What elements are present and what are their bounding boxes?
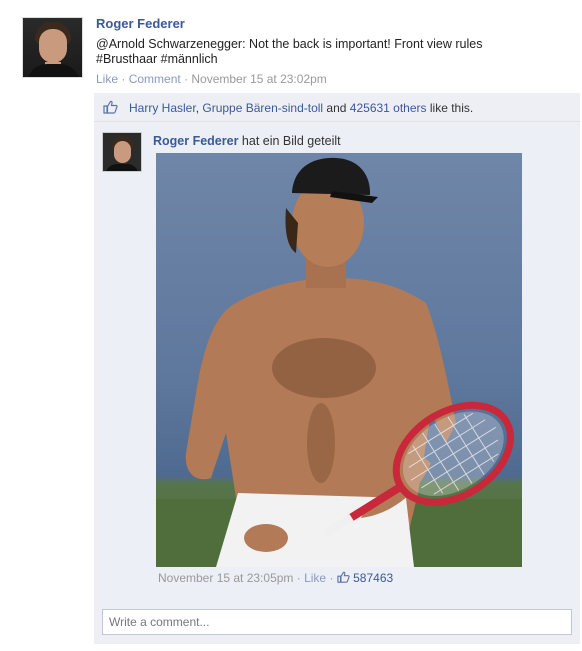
comment-input[interactable]: Write a comment... [102, 609, 572, 635]
photo-like-link[interactable]: Like [304, 571, 326, 585]
likes-summary: Harry Hasler, Gruppe Bären-sind-toll and… [94, 93, 580, 122]
liker-link-1[interactable]: Harry Hasler [129, 101, 196, 115]
photo-illustration [156, 157, 522, 567]
like-link[interactable]: Like [96, 72, 118, 86]
shared-header: Roger Federer hat ein Bild geteilt [153, 134, 341, 148]
likes-tail: like this. [426, 101, 474, 115]
shared-author-link[interactable]: Roger Federer [153, 134, 238, 148]
shared-action-text: hat ein Bild geteilt [238, 134, 341, 148]
feedback-panel: Harry Hasler, Gruppe Bären-sind-toll and… [94, 93, 580, 644]
post-meta: Like · Comment · November 15 at 23:02pm [96, 72, 327, 86]
shared-photo[interactable] [156, 153, 522, 567]
post-timestamp[interactable]: November 15 at 23:02pm [191, 72, 326, 86]
liker-link-2[interactable]: Gruppe Bären-sind-toll [202, 101, 323, 115]
status-line-1: @Arnold Schwarzenegger: Not the back is … [96, 37, 483, 51]
thumbs-up-icon [337, 571, 350, 583]
meta-separator: · [293, 571, 305, 585]
others-link[interactable]: 425631 others [350, 101, 427, 115]
photo-meta: November 15 at 23:05pm · Like · 587463 [158, 571, 393, 585]
meta-separator: · [180, 72, 192, 86]
meta-separator: · [326, 571, 337, 585]
status-text: @Arnold Schwarzenegger: Not the back is … [96, 37, 536, 67]
comment-link[interactable]: Comment [129, 72, 181, 86]
photo-like-count[interactable]: 587463 [353, 571, 393, 585]
shared-author-avatar[interactable] [102, 132, 142, 172]
status-line-2: #Brusthaar #männlich [96, 52, 218, 66]
author-avatar[interactable] [22, 17, 83, 78]
photo-timestamp[interactable]: November 15 at 23:05pm [158, 571, 293, 585]
likes-and: and [323, 101, 350, 115]
thumbs-up-icon [103, 100, 118, 114]
likes-text: Harry Hasler, Gruppe Bären-sind-toll and… [129, 101, 473, 115]
meta-separator: · [118, 72, 129, 86]
shared-photo-story: Roger Federer hat ein Bild geteilt Novem… [100, 127, 576, 607]
comment-placeholder: Write a comment... [109, 615, 210, 629]
author-name-link[interactable]: Roger Federer [96, 16, 185, 31]
